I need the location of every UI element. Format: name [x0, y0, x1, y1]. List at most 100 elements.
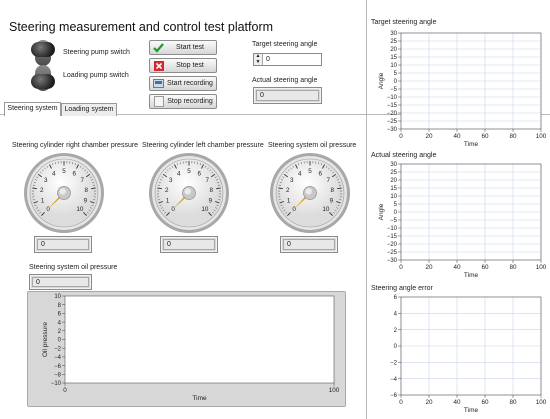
gauge-tick-label: 8	[209, 187, 213, 194]
y-tick-label: −30	[387, 127, 398, 133]
gauge-label-right-chamber: Steering cylinder right chamber pressure	[12, 142, 139, 149]
y-tick-label: 0	[394, 210, 398, 216]
actual-angle-indicator: 0	[253, 87, 322, 104]
oil-pressure-gauge: 01234 5 678910	[270, 153, 350, 233]
gauge-tick-label: 9	[209, 197, 213, 204]
x-tick-label: 60	[481, 264, 489, 271]
x-axis-label: Time	[192, 395, 207, 402]
gauge-tick-label: 9	[330, 197, 334, 204]
y-tick-label: −2	[54, 346, 62, 352]
y-tick-label: −30	[387, 258, 398, 264]
actual-angle-value: 0	[256, 90, 319, 101]
y-axis-label: Oil pressure	[42, 322, 49, 357]
y-tick-label: −15	[387, 103, 398, 109]
y-tick-label: −10	[387, 226, 398, 232]
x-tick-label: 100	[536, 133, 547, 140]
target-angle-input[interactable]: ▲ ▼ 0	[253, 53, 322, 66]
right-chamber-pressure-indicator: 0	[34, 236, 92, 253]
start-recording-button[interactable]: Start recording	[149, 76, 217, 91]
y-tick-label: 4	[394, 312, 398, 318]
gauge-tick-label: 10	[201, 206, 209, 213]
gauge-tick-label: 4	[52, 170, 56, 177]
y-tick-label: −5	[390, 218, 398, 224]
target-angle-value: 0	[266, 56, 270, 63]
steering-pump-switch[interactable]	[31, 40, 55, 66]
plot-area	[65, 296, 334, 383]
gauge-tick-label: 3	[44, 177, 48, 184]
oil-pressure-chart: 1086420−2−4−6−8−100 100TimeOil pressure	[42, 294, 340, 402]
gauge-tick-label: 1	[287, 197, 291, 204]
gauge-label-oil-pressure: Steering system oil pressure	[268, 142, 357, 149]
x-tick-label: 100	[329, 387, 340, 394]
y-tick-label: 5	[394, 71, 398, 77]
gauge-tick-label: 1	[166, 197, 170, 204]
y-tick-label: −8	[54, 373, 62, 379]
y-tick-label: 2	[394, 328, 398, 334]
y-tick-label: −25	[387, 250, 398, 256]
gauge-tick-label: 4	[298, 170, 302, 177]
x-tick-label: 0	[63, 387, 67, 394]
spin-arrows-icon[interactable]: ▲ ▼	[254, 53, 263, 65]
gauge-tick-label: 6	[72, 170, 76, 177]
chart-title: Steering angle error	[371, 285, 434, 292]
stop-icon	[153, 60, 164, 71]
y-tick-label: 10	[390, 194, 397, 200]
stop-test-label: Stop test	[176, 62, 204, 69]
y-tick-label: 8	[58, 303, 62, 309]
target-angle-chart: Target steering angle 30 25 20 15 10 5 0 −5 −10 −1…	[371, 19, 547, 148]
y-tick-label: −6	[54, 364, 62, 370]
start-recording-label: Start recording	[167, 80, 213, 87]
gauge-tick-label: 1	[41, 197, 45, 204]
right-chamber-pressure-value: 0	[37, 239, 89, 250]
y-tick-label: 2	[58, 329, 62, 335]
oil-pressure-readout-label: Steering system oil pressure	[29, 264, 118, 271]
gauge-tick-label: 5	[187, 168, 191, 175]
y-tick-label: 25	[390, 170, 397, 176]
x-axis-label: Time	[464, 407, 479, 414]
stop-recording-button[interactable]: Stop recording	[149, 94, 217, 109]
y-tick-label: 10	[54, 294, 61, 300]
y-tick-label: 15	[390, 55, 397, 61]
loading-pump-switch[interactable]	[31, 65, 55, 91]
y-axis-label: Angle	[378, 203, 385, 220]
start-test-button[interactable]: Start test	[149, 40, 217, 55]
x-tick-label: 0	[399, 133, 403, 140]
page-title: Steering measurement and control test pl…	[9, 20, 274, 34]
gauge-tick-label: 5	[62, 168, 66, 175]
gauge-hub-highlight	[184, 188, 191, 195]
gauge-tick-label: 2	[165, 187, 169, 194]
x-tick-label: 40	[453, 133, 461, 140]
tab-steering-system[interactable]: Steering system	[4, 102, 61, 116]
gauge-tick-label: 8	[330, 187, 334, 194]
gauge-tick-label: 9	[84, 197, 88, 204]
gauge-tick-label: 3	[290, 177, 294, 184]
x-tick-label: 20	[425, 133, 433, 140]
y-tick-label: 30	[390, 31, 397, 37]
y-tick-label: 6	[58, 312, 62, 318]
stop-test-button[interactable]: Stop test	[149, 58, 217, 73]
actual-angle-chart: Actual steering angle 30 25 20 15 10 5 0 −5 −10 −1…	[371, 152, 547, 279]
y-tick-label: 20	[390, 47, 397, 53]
checkmark-icon	[153, 42, 164, 53]
x-tick-label: 40	[453, 399, 461, 406]
oil-pressure-readout-value: 0	[32, 277, 89, 287]
gauge-tick-label: 7	[80, 177, 84, 184]
x-tick-label: 20	[425, 399, 433, 406]
left-chamber-pressure-gauge: 01234 5 678910	[149, 153, 229, 233]
x-tick-label: 100	[536, 399, 547, 406]
oil-pressure-readout-indicator: 0	[29, 274, 92, 290]
y-tick-label: 20	[390, 178, 397, 184]
oil-pressure-indicator: 0	[280, 236, 338, 253]
y-tick-label: −10	[51, 381, 62, 387]
y-tick-label: 4	[58, 320, 62, 326]
x-axis-label: Time	[464, 272, 479, 279]
angle-error-chart: Steering angle error6420−2−4−60 20 40 60 80 1…	[371, 285, 547, 414]
y-tick-label: −2	[390, 361, 398, 367]
stop-recording-label: Stop recording	[167, 98, 213, 105]
tab-loading-system[interactable]: Loading system	[61, 103, 117, 116]
steering-pump-switch-label: Steering pump switch	[63, 49, 130, 56]
gauge-tick-label: 8	[84, 187, 88, 194]
y-tick-label: 25	[390, 39, 397, 45]
chart-title: Target steering angle	[371, 19, 436, 26]
y-tick-label: −20	[387, 111, 398, 117]
